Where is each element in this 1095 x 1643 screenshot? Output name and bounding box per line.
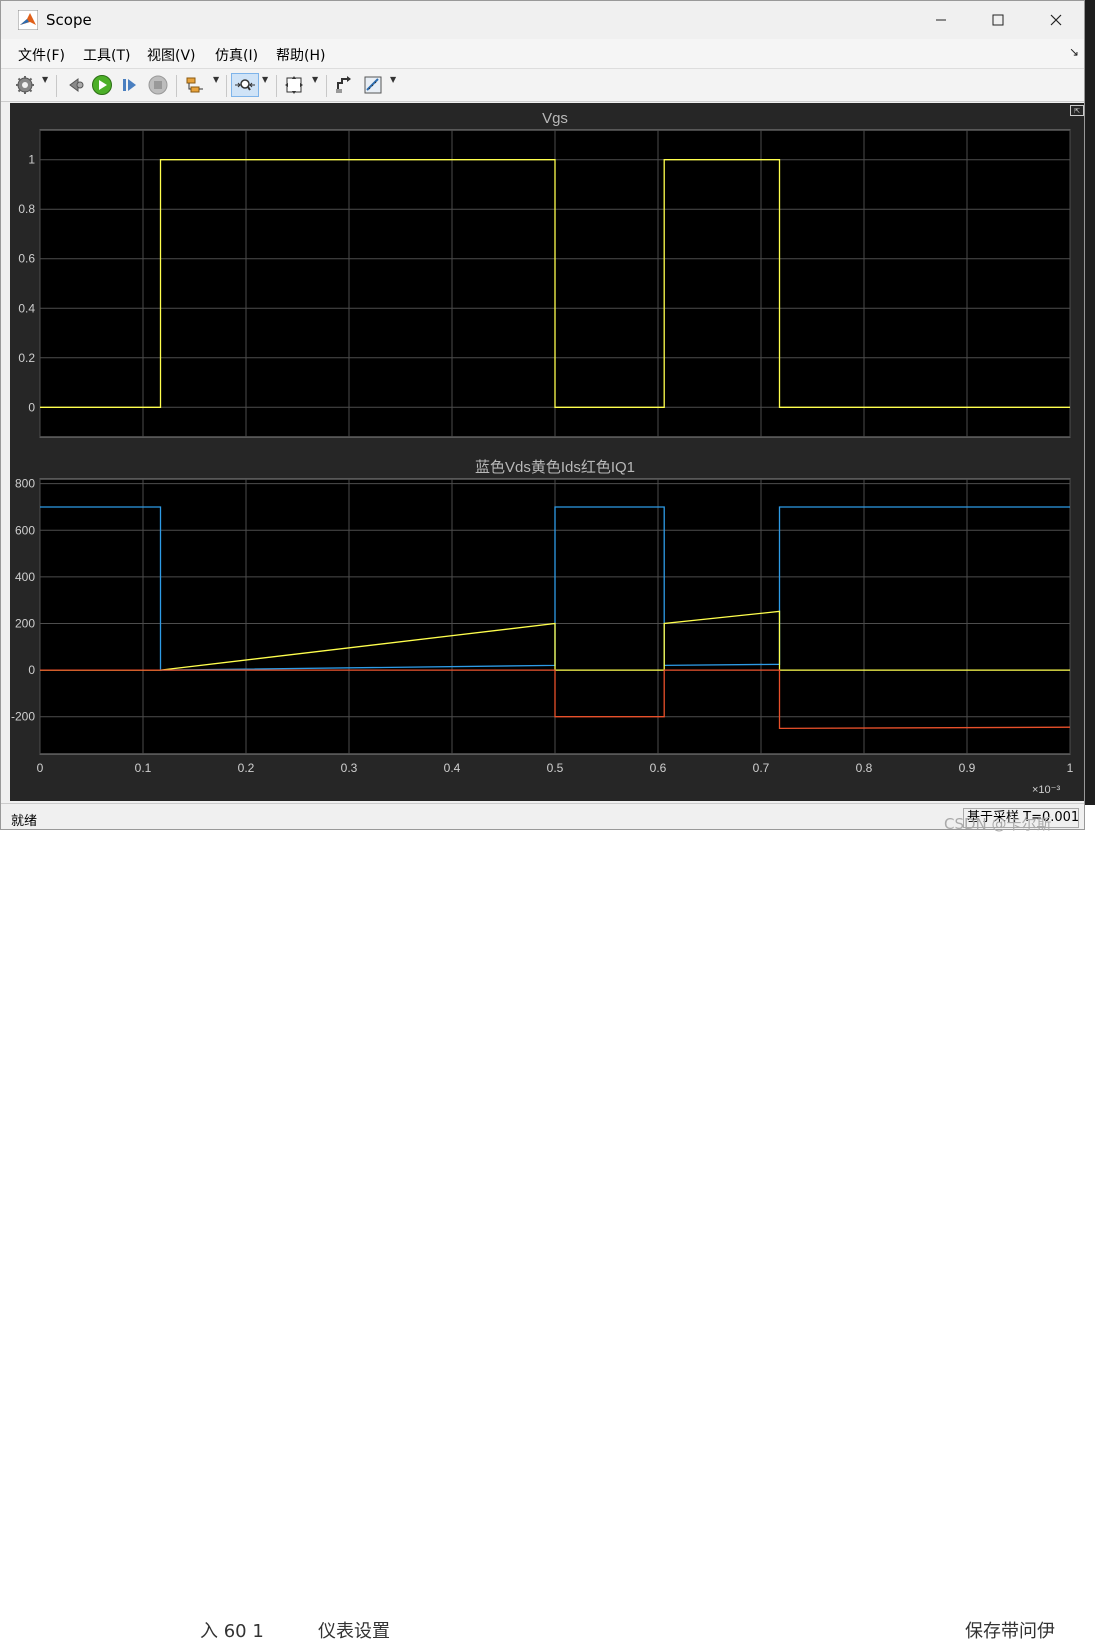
vds-ids-title: 蓝色Vds黄色Ids红色IQ1 <box>475 459 635 476</box>
chevron-down-icon[interactable]: ▼ <box>312 75 318 84</box>
vgs-axes: Vgs 0 0.2 0.4 0.6 0.8 1 <box>18 110 1071 438</box>
y-tick-label: 600 <box>15 523 35 537</box>
y-tick-label: 0 <box>28 663 35 677</box>
signal-select-button[interactable] <box>183 73 207 97</box>
vgs-title: Vgs <box>542 110 568 127</box>
y-tick-label: 0 <box>28 400 35 414</box>
menu-view[interactable]: 视图(V) <box>147 45 196 65</box>
menu-help[interactable]: 帮助(H) <box>276 45 325 65</box>
y-tick-label: 800 <box>15 477 35 491</box>
menu-bar: 文件(F) 工具(T) 视图(V) 仿真(I) 帮助(H) ↘ <box>1 39 1084 68</box>
y-tick-label: 0.8 <box>18 202 35 216</box>
close-button[interactable] <box>1033 1 1079 39</box>
background-window-strip <box>1085 0 1095 839</box>
gear-icon <box>16 76 34 94</box>
stop-icon <box>148 75 168 95</box>
y-tick-label: 400 <box>15 570 35 584</box>
x-tick-label: 0.2 <box>238 761 255 775</box>
maximize-button[interactable] <box>975 1 1021 39</box>
matlab-logo-icon <box>18 10 38 30</box>
scope-window: Scope 文件(F) 工具(T) 视图(V) 仿真(I) 帮助(H) ↘ ▼ <box>0 0 1085 830</box>
measurement-button[interactable] <box>361 73 385 97</box>
chevron-down-icon[interactable]: ▼ <box>213 75 219 84</box>
step-back-icon <box>69 78 84 92</box>
y-tick-label: -200 <box>11 710 35 724</box>
title-bar: Scope <box>1 1 1084 39</box>
measurement-icon <box>364 76 382 94</box>
vgs-y-ticks: 0 0.2 0.4 0.6 0.8 1 <box>18 153 35 415</box>
x-tick-label: 0.4 <box>444 761 461 775</box>
x-tick-label: 0.5 <box>547 761 564 775</box>
configuration-button[interactable] <box>13 73 37 97</box>
x-tick-label: 1 <box>1067 761 1074 775</box>
y-tick-label: 0.4 <box>18 301 35 315</box>
x-tick-label: 0.9 <box>959 761 976 775</box>
x-tick-label: 0.7 <box>753 761 770 775</box>
chevron-down-icon[interactable]: ▼ <box>42 75 48 84</box>
highlight-block-button[interactable] <box>332 73 356 97</box>
chevron-down-icon[interactable]: ▼ <box>262 75 268 84</box>
menu-file[interactable]: 文件(F) <box>18 45 65 65</box>
step-back-button[interactable] <box>63 73 87 97</box>
toolbar-separator <box>56 75 57 97</box>
zoom-button[interactable] <box>231 73 259 97</box>
run-button[interactable] <box>90 73 114 97</box>
menu-simulation[interactable]: 仿真(I) <box>215 45 258 65</box>
x-ticks: 0 0.1 0.2 0.3 0.4 0.5 0.6 0.7 0.8 0.9 1 <box>37 761 1074 775</box>
y-tick-label: 200 <box>15 616 35 630</box>
status-bar: 就绪 基于采样 T=0.001 <box>1 803 1084 829</box>
minimize-icon <box>936 19 946 21</box>
x-tick-label: 0 <box>37 761 44 775</box>
autoscale-button[interactable] <box>282 73 306 97</box>
highlight-icon <box>336 76 351 93</box>
stop-button[interactable] <box>146 73 170 97</box>
zoom-icon <box>235 79 255 91</box>
toolbar-separator <box>176 75 177 97</box>
y-tick-label: 0.2 <box>18 351 35 365</box>
maximize-icon <box>992 14 1004 26</box>
watermark: CSDN @卡尔斯 <box>944 815 1052 833</box>
x-tick-label: 0.8 <box>856 761 873 775</box>
close-icon <box>1050 14 1062 26</box>
run-icon <box>92 75 112 95</box>
autoscale-icon <box>285 76 303 94</box>
menu-tools[interactable]: 工具(T) <box>83 45 130 65</box>
x-tick-label: 0.6 <box>650 761 667 775</box>
step-forward-icon <box>123 79 136 91</box>
background-text-left: 入 60 1 <box>200 1621 264 1642</box>
toolbar-separator <box>226 75 227 97</box>
x-tick-label: 0.3 <box>341 761 358 775</box>
vds-ids-axes: 蓝色Vds黄色Ids红色IQ1 -200 0 200 400 600 800 0 0.1 0.… <box>11 459 1074 796</box>
scope-plots: Vgs 0 0.2 0.4 0.6 0.8 1 蓝色Vds黄色Ids红色IQ1 -200 0… <box>11 110 1074 796</box>
signal-select-icon <box>186 77 203 93</box>
toolbar-separator <box>326 75 327 97</box>
toolbar: ▼ ▼ ▼ ▼ ▼ <box>1 68 1084 102</box>
x-tick-label: 0.1 <box>135 761 152 775</box>
scope-plot-area: ⇱ Vgs 0 0.2 0.4 0.6 0.8 1 蓝色Vds黄色Ids红色IQ1 -20… <box>10 103 1084 801</box>
pin-toolbar-icon[interactable]: ↘ <box>1069 45 1079 59</box>
undock-icon[interactable]: ⇱ <box>1070 105 1084 116</box>
minimize-button[interactable] <box>918 1 964 39</box>
y-tick-label: 0.6 <box>18 252 35 266</box>
status-text: 就绪 <box>11 814 38 829</box>
background-text-right: 保存带问伊 <box>965 1621 1055 1642</box>
background-text-mid: 仪表设置 <box>318 1621 390 1642</box>
vds-ids-y-ticks: -200 0 200 400 600 800 <box>11 477 35 724</box>
x-multiplier: ×10⁻³ <box>1032 784 1060 796</box>
y-tick-label: 1 <box>28 153 35 167</box>
window-title: Scope <box>46 11 92 29</box>
toolbar-separator <box>276 75 277 97</box>
chevron-down-icon[interactable]: ▼ <box>390 75 396 84</box>
step-forward-button[interactable] <box>118 73 142 97</box>
